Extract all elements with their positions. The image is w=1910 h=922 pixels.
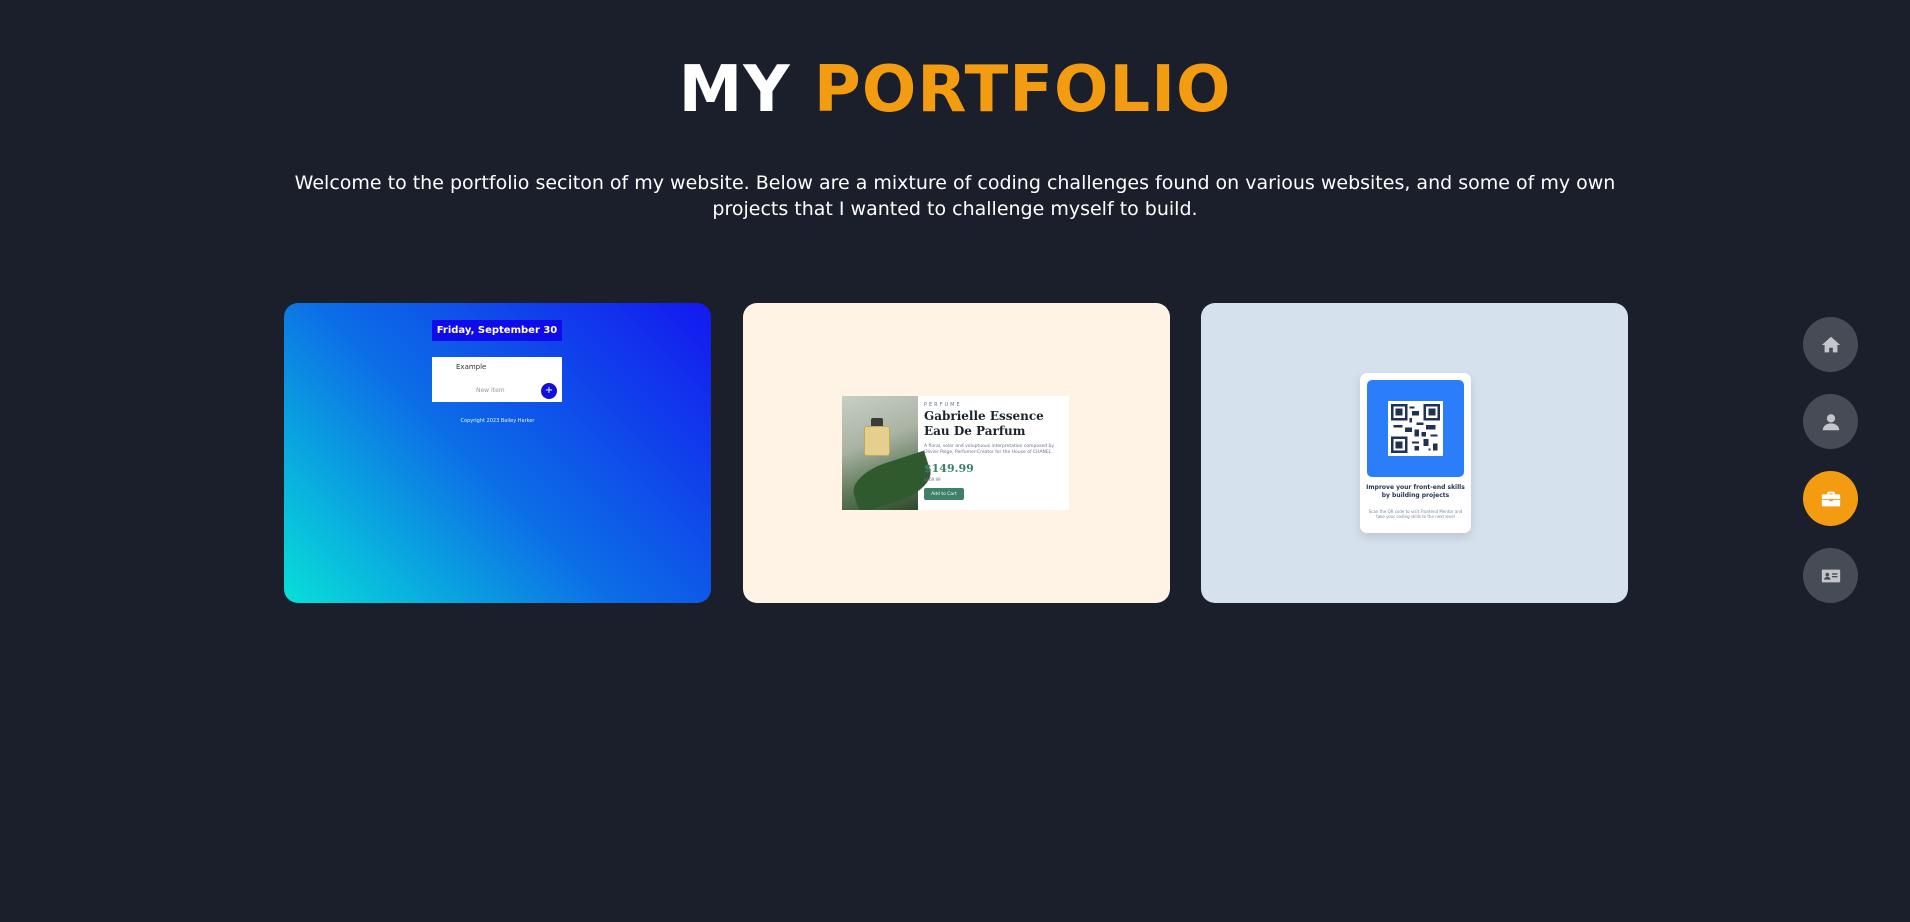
perfume-name: Gabrielle Essence Eau De Parfum <box>924 409 1044 438</box>
perfume-description: A floral, solar and voluptuous interpret… <box>924 444 1055 455</box>
qr-code-icon <box>1388 401 1443 456</box>
nav-contact-button[interactable] <box>1803 548 1858 603</box>
cart-button-label: Add to Cart <box>931 491 957 497</box>
todo-new-input: New Item <box>476 387 505 394</box>
qr-text: Scan the QR code to visit Frontend Mento… <box>1368 509 1463 519</box>
perfume-old-price: $169.99 <box>924 477 941 482</box>
title-plain: MY <box>678 53 791 127</box>
todo-copyright: Copyright 2023 Bailey Harker <box>460 418 535 424</box>
nav-portfolio-button[interactable] <box>1803 471 1858 526</box>
nav-about-button[interactable] <box>1803 394 1858 449</box>
perfume-image <box>842 396 937 510</box>
perfume-product-card: PERFUME Gabrielle Essence Eau De Parfum … <box>842 396 1069 510</box>
page-title: MY PORTFOLIO <box>0 50 1910 130</box>
project-card-perfume[interactable]: PERFUME Gabrielle Essence Eau De Parfum … <box>743 303 1170 603</box>
user-icon <box>1822 413 1839 430</box>
leaf-shape <box>847 450 937 510</box>
qr-component: Improve your front-end skills by buildin… <box>1360 373 1471 533</box>
title-accent: PORTFOLIO <box>813 53 1232 127</box>
perfume-category: PERFUME <box>924 402 962 408</box>
perfume-price: $149.99 <box>924 462 974 475</box>
qr-background <box>1367 380 1464 477</box>
add-to-cart-button: Add to Cart <box>924 488 964 500</box>
project-card-todo[interactable]: Friday, September 30 Example New Item + … <box>284 303 711 603</box>
nav-home-button[interactable] <box>1803 317 1858 372</box>
bottle-shape <box>864 426 890 456</box>
todo-item: Example <box>456 363 487 371</box>
intro-text: Welcome to the portfolio seciton of my w… <box>294 172 1616 220</box>
id-card-icon <box>1821 569 1840 582</box>
project-card-qr[interactable]: Improve your front-end skills by buildin… <box>1201 303 1628 603</box>
todo-date: Friday, September 30 <box>432 320 562 341</box>
briefcase-icon <box>1821 491 1840 506</box>
home-icon <box>1821 336 1840 352</box>
todo-list: Example New Item + <box>432 357 562 402</box>
todo-add-button: + <box>541 383 557 399</box>
qr-title: Improve your front-end skills by buildin… <box>1366 484 1465 499</box>
